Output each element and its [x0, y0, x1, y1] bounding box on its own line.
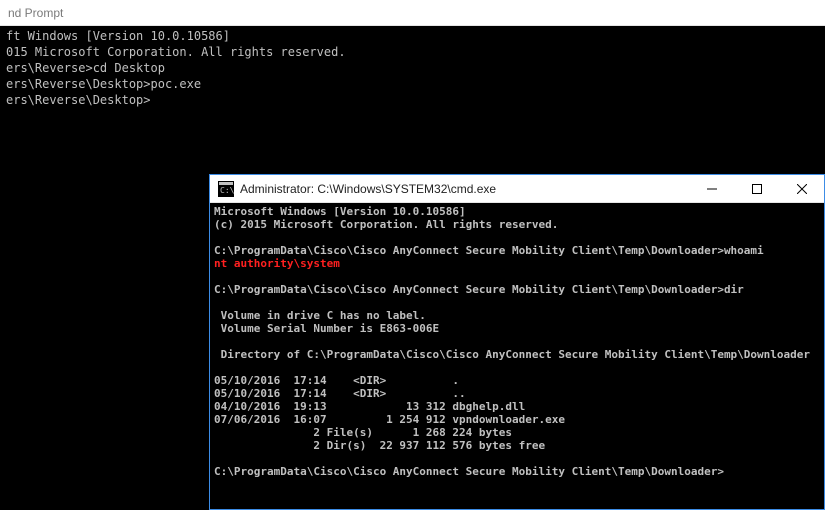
minimize-button[interactable]	[689, 175, 734, 202]
console-prompt: C:\ProgramData\Cisco\Cisco AnyConnect Se…	[214, 283, 724, 296]
close-button[interactable]	[779, 175, 824, 202]
console-text: Volume Serial Number is E863-006E	[214, 322, 439, 335]
console-text: Microsoft Windows [Version 10.0.10586]	[214, 205, 466, 218]
console-text: Volume in drive C has no label.	[214, 309, 426, 322]
dir-entry: 2 Dir(s) 22 937 112 576 bytes free	[214, 439, 545, 452]
whoami-output: nt authority\system	[214, 257, 340, 270]
console-command: dir	[724, 283, 744, 296]
dir-entry: 05/10/2016 17:14 <DIR> .	[214, 374, 459, 387]
dir-entry: 05/10/2016 17:14 <DIR> ..	[214, 387, 466, 400]
dir-entry: 04/10/2016 19:13 13 312 dbghelp.dll	[214, 400, 525, 413]
console-line: 015 Microsoft Corporation. All rights re…	[6, 44, 819, 60]
console-line: ers\Reverse\Desktop>poc.exe	[6, 76, 819, 92]
dir-entry: 2 File(s) 1 268 224 bytes	[214, 426, 512, 439]
console-text: (c) 2015 Microsoft Corporation. All righ…	[214, 218, 558, 231]
console-command: whoami	[724, 244, 764, 257]
console-text: Directory of C:\ProgramData\Cisco\Cisco …	[214, 348, 810, 361]
dir-entry: 07/06/2016 16:07 1 254 912 vpndownloader…	[214, 413, 565, 426]
outer-window-titlebar[interactable]: nd Prompt	[0, 0, 825, 26]
window-controls	[689, 175, 824, 202]
admin-cmd-window[interactable]: C:\ Administrator: C:\Windows\SYSTEM32\c…	[209, 174, 825, 510]
console-prompt: C:\ProgramData\Cisco\Cisco AnyConnect Se…	[214, 244, 724, 257]
outer-window-title: nd Prompt	[8, 6, 63, 20]
console-line: ft Windows [Version 10.0.10586]	[6, 28, 819, 44]
admin-console-body[interactable]: Microsoft Windows [Version 10.0.10586] (…	[210, 203, 824, 509]
admin-cmd-title: Administrator: C:\Windows\SYSTEM32\cmd.e…	[240, 182, 689, 196]
cmd-icon: C:\	[218, 181, 234, 197]
svg-text:C:\: C:\	[220, 186, 234, 195]
maximize-button[interactable]	[734, 175, 779, 202]
console-line: ers\Reverse\Desktop>	[6, 92, 819, 108]
admin-cmd-titlebar[interactable]: C:\ Administrator: C:\Windows\SYSTEM32\c…	[210, 175, 824, 203]
console-prompt: C:\ProgramData\Cisco\Cisco AnyConnect Se…	[214, 465, 724, 478]
console-line: ers\Reverse>cd Desktop	[6, 60, 819, 76]
